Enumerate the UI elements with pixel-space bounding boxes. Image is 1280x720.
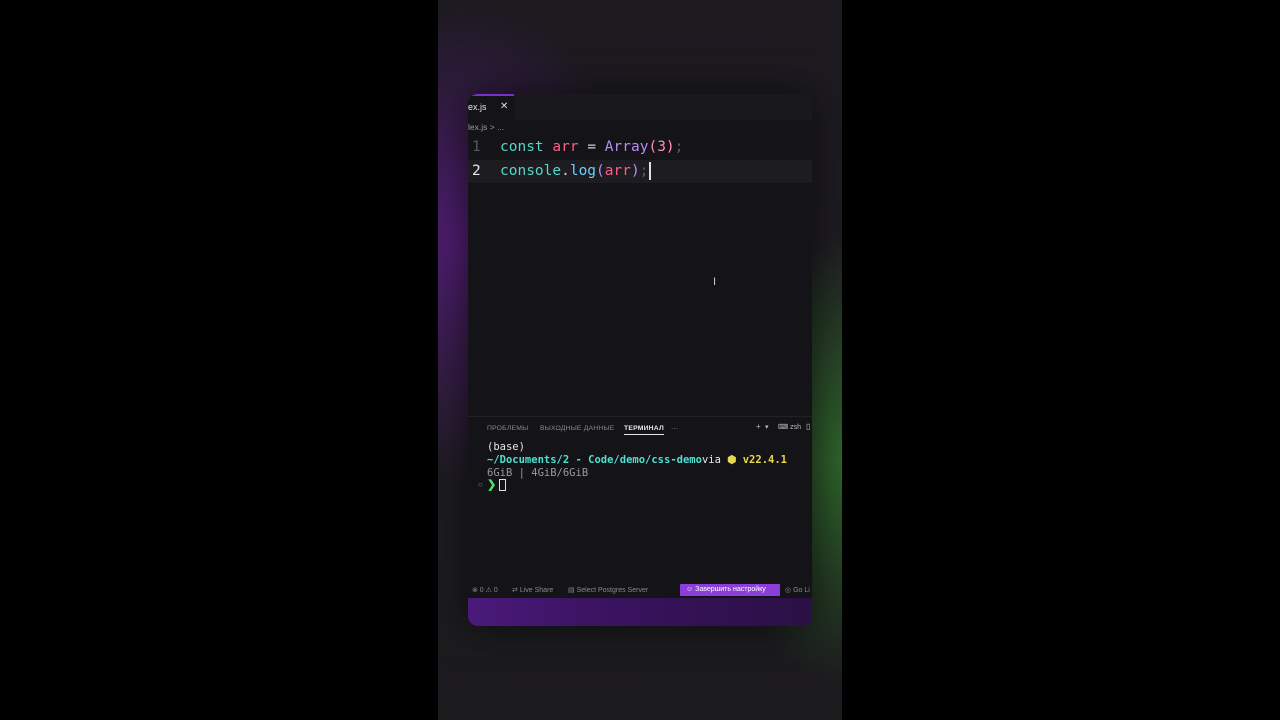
line-number: 1 — [472, 139, 481, 155]
broadcast-icon: ◎ — [785, 587, 792, 594]
code-editor[interactable]: 1 const arr = Array(3); 2 console.log(ar… — [468, 136, 812, 416]
breadcrumb[interactable]: lex.js > ... — [468, 122, 504, 134]
go-live-button[interactable]: ◎ Go Li — [785, 586, 810, 594]
editor-tab-bar: ex.js ✕ — [468, 94, 812, 120]
text-cursor — [649, 162, 652, 180]
node-icon: ⬢ — [727, 454, 737, 466]
window-bottom-glow — [468, 598, 812, 626]
terminal-cursor — [499, 479, 506, 491]
code-text: console.log(arr); — [500, 160, 652, 183]
node-version: v22.4.1 — [742, 454, 787, 466]
more-icon[interactable]: ··· — [671, 425, 678, 432]
chevron-down-icon[interactable]: ▾ — [765, 423, 769, 431]
video-frame: ex.js ✕ lex.js > ... 1 const arr = Array… — [438, 0, 842, 720]
tab-problems[interactable]: ПРОБЛЕМЫ — [487, 425, 528, 432]
tab-output[interactable]: ВЫХОДНЫЕ ДАННЫЕ — [540, 425, 614, 432]
bottom-panel: ПРОБЛЕМЫ ВЫХОДНЫЕ ДАННЫЕ ТЕРМИНАЛ ··· + … — [468, 416, 812, 583]
breadcrumb-more[interactable]: ... — [497, 122, 504, 132]
tab-terminal[interactable]: ТЕРМИНАЛ — [624, 425, 664, 435]
split-icon[interactable]: ▯ — [806, 422, 810, 431]
memory-info: 6GiB | 4GiB/6GiB — [487, 467, 589, 479]
terminal-line: (base) — [487, 441, 525, 453]
breadcrumb-file[interactable]: lex.js — [468, 122, 487, 132]
code-text: const arr = Array(3); — [500, 139, 684, 155]
terminal-icon: ⌨ — [778, 424, 789, 431]
problems-count[interactable]: ⊗ 0 ⚠ 0 — [472, 586, 498, 594]
ibeam-cursor-icon: I — [713, 276, 717, 288]
editor-tab-index-js[interactable]: ex.js ✕ — [468, 94, 514, 120]
prompt-arrow-icon: ❯ — [487, 479, 497, 491]
terminal-output[interactable]: (base) ~/Documents/2 - Code/demo/css-dem… — [487, 441, 787, 480]
vscode-window: ex.js ✕ lex.js > ... 1 const arr = Array… — [468, 94, 812, 626]
terminal-shell[interactable]: ⌨ zsh — [778, 423, 801, 431]
line-number: 2 — [472, 163, 481, 179]
add-terminal-icon[interactable]: + — [756, 422, 761, 431]
code-line-2[interactable]: 2 console.log(arr); — [468, 160, 812, 183]
status-bar: ⊗ 0 ⚠ 0 ⇄ Live Share ▤ Select Postgres S… — [468, 582, 812, 598]
live-share-button[interactable]: ⇄ Live Share — [512, 586, 553, 594]
terminal-via: via — [701, 454, 721, 466]
postgres-button[interactable]: ▤ Select Postgres Server — [568, 586, 648, 594]
tab-filename: ex.js — [468, 102, 487, 112]
database-icon: ▤ — [568, 587, 575, 594]
chevron-right-icon: > — [489, 122, 495, 132]
code-line-1[interactable]: 1 const arr = Array(3); — [468, 136, 812, 159]
terminal-path: ~/Documents/2 - Code/demo/css-demo — [487, 454, 702, 466]
finish-setup-button[interactable]: ☺ Завершить настройку — [680, 584, 780, 596]
account-icon: ☺ — [686, 586, 694, 593]
live-share-icon: ⇄ — [512, 587, 518, 594]
close-icon[interactable]: ✕ — [500, 96, 508, 118]
prompt-status-icon: ○ — [478, 480, 483, 489]
